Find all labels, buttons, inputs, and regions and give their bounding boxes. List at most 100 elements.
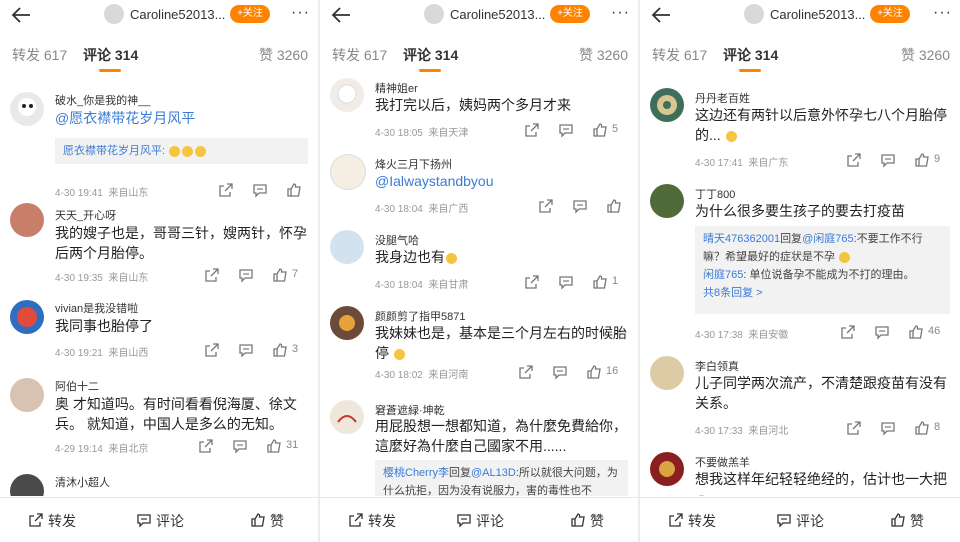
comment-author[interactable]: 阿伯十二 <box>55 378 99 394</box>
like-icon[interactable] <box>286 182 302 198</box>
tab-reposts[interactable]: 转发 617 <box>652 45 707 65</box>
like-icon[interactable] <box>586 364 602 380</box>
comment-icon[interactable] <box>238 267 254 283</box>
avatar[interactable] <box>650 88 684 122</box>
comment-icon[interactable] <box>232 438 248 454</box>
comment-list[interactable]: 破水_你是我的神__ @愿衣襟带花岁月风平 愿衣襟带花岁月风平: 4-30 19… <box>0 78 318 496</box>
comment-author[interactable]: 颜颜剪了指甲5871 <box>375 308 465 324</box>
more-icon[interactable]: ··· <box>291 5 310 21</box>
share-icon[interactable] <box>524 122 540 138</box>
share-icon[interactable] <box>538 198 554 214</box>
reply-author[interactable]: 樱桃Cherry李 <box>383 467 449 479</box>
comment-icon[interactable] <box>572 198 588 214</box>
author-avatar[interactable] <box>104 4 124 24</box>
share-icon[interactable] <box>846 152 862 168</box>
back-arrow-icon[interactable] <box>650 4 672 26</box>
author-name[interactable]: Caroline52013... <box>130 7 225 22</box>
avatar[interactable] <box>650 356 684 390</box>
avatar[interactable] <box>10 300 44 334</box>
share-icon[interactable] <box>198 438 214 454</box>
back-arrow-icon[interactable] <box>10 4 32 26</box>
comment-author[interactable]: 烽火三月下扬州 <box>375 156 452 172</box>
mention-link[interactable]: @AL13D <box>471 467 516 479</box>
reply-preview[interactable]: 晴天476362001回复@闲庭765:不要工作不行嘛？希望最好的症状是不孕 闲… <box>695 226 950 314</box>
avatar[interactable] <box>10 474 44 496</box>
avatar[interactable] <box>330 78 364 112</box>
share-icon[interactable] <box>840 324 856 340</box>
more-icon[interactable]: ··· <box>933 5 952 21</box>
avatar[interactable] <box>330 154 366 190</box>
like-icon[interactable] <box>592 122 608 138</box>
comment-author[interactable]: 清沐小超人 <box>55 474 110 490</box>
comment-list[interactable]: 丹丹老百姓 这边还有两针以后意外怀孕七八个月胎停的... 4-30 17:41 … <box>640 78 960 496</box>
comment-icon[interactable] <box>252 182 268 198</box>
like-icon[interactable] <box>266 438 282 454</box>
avatar[interactable] <box>650 452 684 486</box>
comment-icon[interactable] <box>552 364 568 380</box>
reply-author[interactable]: 愿衣襟带花岁月风平: <box>63 145 165 157</box>
reply-preview[interactable]: 樱桃Cherry李回复@AL13D:所以就很大问题，为什么抗拒，因为没有说服力，… <box>375 460 628 496</box>
tab-comments[interactable]: 评论 314 <box>83 45 138 65</box>
tab-likes[interactable]: 赞 3260 <box>901 45 950 65</box>
mention-link[interactable]: @愿衣襟带花岁月风平 <box>55 110 195 126</box>
share-icon[interactable] <box>846 420 862 436</box>
follow-button[interactable]: +关注 <box>870 5 910 23</box>
author-name[interactable]: Caroline52013... <box>450 7 545 22</box>
comment-author[interactable]: 丁丁800 <box>695 186 735 202</box>
tab-comments[interactable]: 评论 314 <box>723 45 778 65</box>
comment-author[interactable]: 李白领真 <box>695 358 739 374</box>
like-icon[interactable] <box>914 152 930 168</box>
comment-author[interactable]: 丹丹老百姓 <box>695 90 750 106</box>
comment-author[interactable]: 没腿气哈 <box>375 232 419 248</box>
share-icon[interactable] <box>524 274 540 290</box>
share-icon[interactable] <box>204 267 220 283</box>
back-arrow-icon[interactable] <box>330 4 352 26</box>
avatar[interactable] <box>330 400 364 434</box>
like-icon[interactable] <box>606 198 622 214</box>
view-more-replies-link[interactable]: 共8条回复 > <box>703 287 763 299</box>
follow-button[interactable]: +关注 <box>550 5 590 23</box>
share-icon[interactable] <box>204 342 220 358</box>
tab-likes[interactable]: 赞 3260 <box>259 45 308 65</box>
reply-author[interactable]: 闲庭765 <box>703 269 743 281</box>
author-name[interactable]: Caroline52013... <box>770 7 865 22</box>
avatar[interactable] <box>10 378 44 412</box>
author-avatar[interactable] <box>744 4 764 24</box>
like-icon[interactable] <box>592 274 608 290</box>
reply-author[interactable]: 晴天476362001 <box>703 233 780 245</box>
comment-icon[interactable] <box>558 122 574 138</box>
mention-link[interactable]: @Ialwaystandbyou <box>375 173 494 189</box>
comment-author[interactable]: vivian是我没错啦 <box>55 300 138 316</box>
avatar[interactable] <box>10 92 44 126</box>
tab-likes[interactable]: 赞 3260 <box>579 45 628 65</box>
share-icon[interactable] <box>518 364 534 380</box>
share-icon[interactable] <box>218 182 234 198</box>
comment-text: 这边还有两针以后意外怀孕七八个月胎停的... <box>695 107 947 143</box>
follow-button[interactable]: +关注 <box>230 5 270 23</box>
more-icon[interactable]: ··· <box>611 5 630 21</box>
comment-icon[interactable] <box>874 324 890 340</box>
like-icon[interactable] <box>914 420 930 436</box>
tab-reposts[interactable]: 转发 617 <box>332 45 387 65</box>
avatar[interactable] <box>10 203 44 237</box>
comment-icon[interactable] <box>880 420 896 436</box>
avatar[interactable] <box>330 230 364 264</box>
author-avatar[interactable] <box>424 4 444 24</box>
like-icon[interactable] <box>272 342 288 358</box>
comment-author[interactable]: 破水_你是我的神__ <box>55 92 150 108</box>
comment-icon[interactable] <box>880 152 896 168</box>
reply-preview[interactable]: 愿衣襟带花岁月风平: <box>55 138 308 164</box>
comment-icon[interactable] <box>558 274 574 290</box>
comment-list[interactable]: 精神姐er 我打完以后，姨妈两个多月才来 4-30 18:05 来自天津 5 烽… <box>320 78 638 496</box>
tab-reposts[interactable]: 转发 617 <box>12 45 67 65</box>
tab-comments[interactable]: 评论 314 <box>403 45 458 65</box>
avatar[interactable] <box>330 306 364 340</box>
comment-author[interactable]: 精神姐er <box>375 80 418 96</box>
avatar[interactable] <box>650 184 684 218</box>
comment-icon[interactable] <box>238 342 254 358</box>
like-icon[interactable] <box>908 324 924 340</box>
like-icon[interactable] <box>272 267 288 283</box>
mention-link[interactable]: @闲庭765 <box>802 233 854 245</box>
comment-author[interactable]: 天天_开心呀 <box>55 207 116 223</box>
comment-author[interactable]: 不要做羔羊 <box>695 454 750 470</box>
